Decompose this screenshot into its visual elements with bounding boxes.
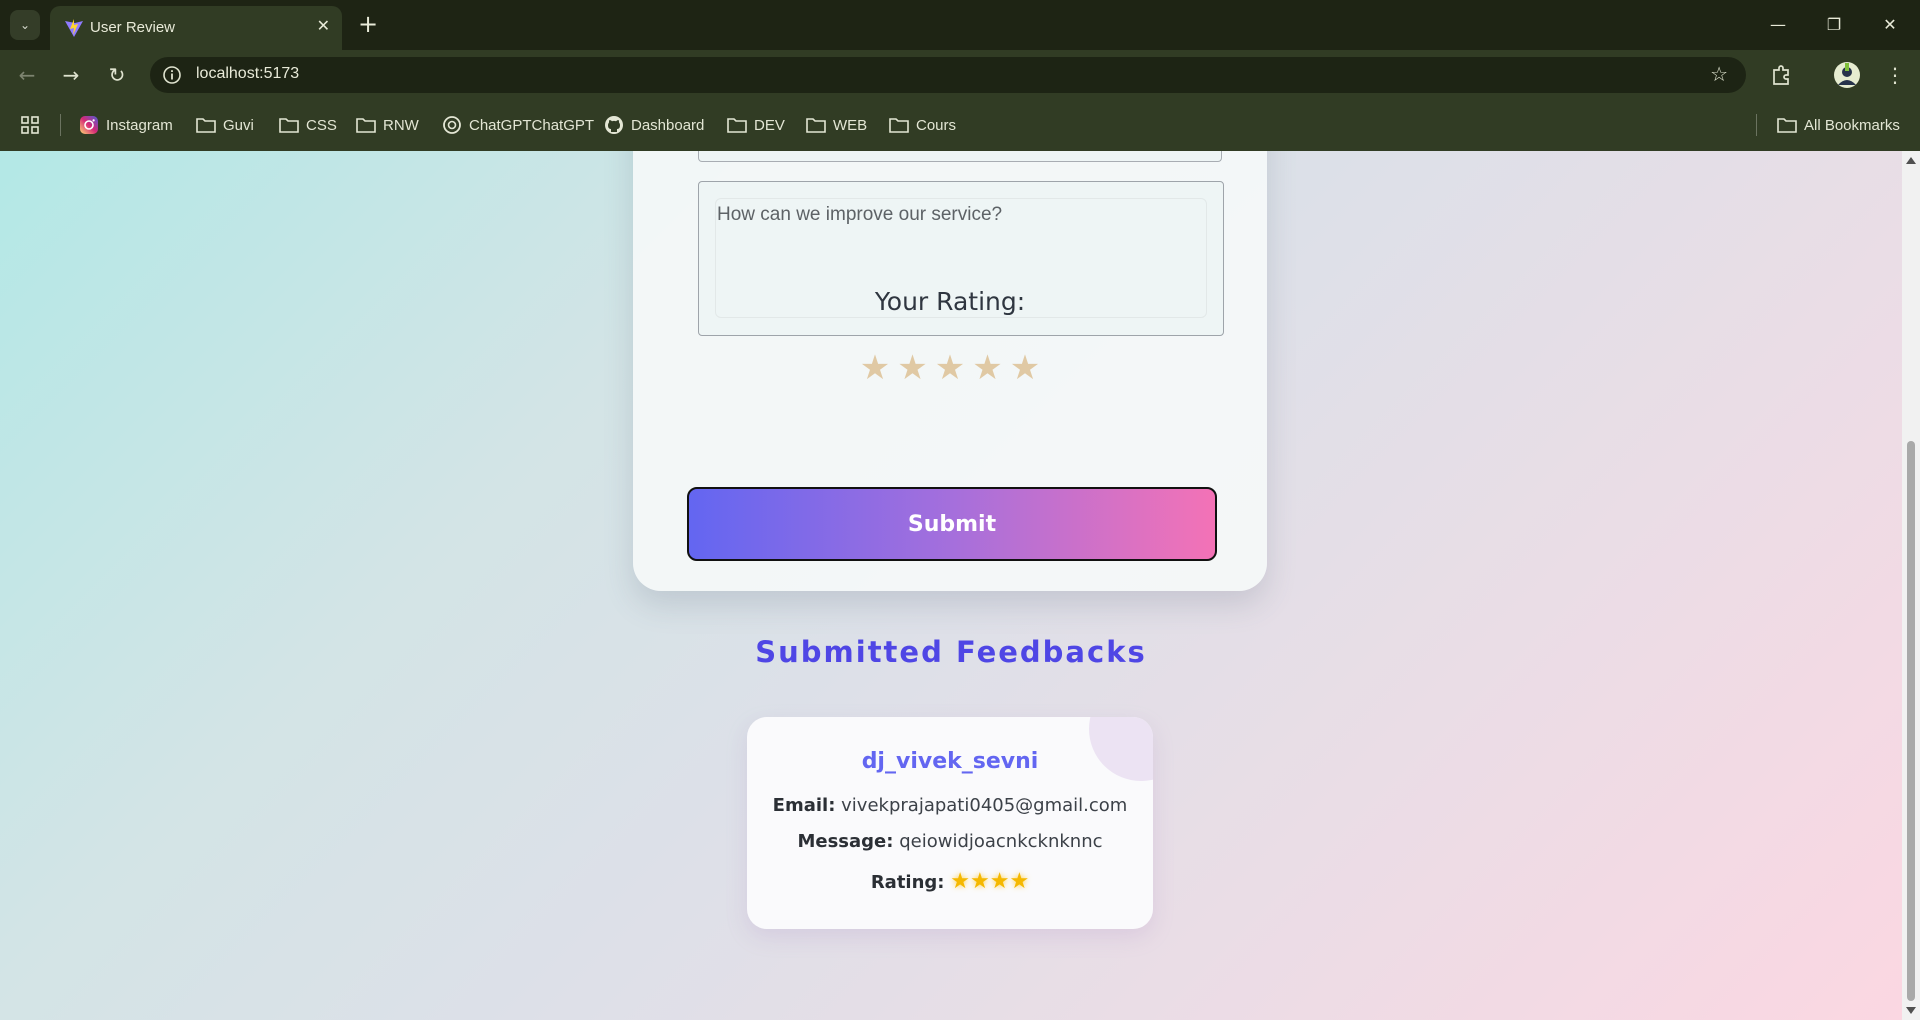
site-info-icon[interactable] — [162, 65, 182, 85]
message-label: Message: — [797, 831, 894, 852]
email-value: vivekprajapati0405@gmail.com — [841, 795, 1128, 816]
bookmark-label: ChatGPTChatGPT — [469, 116, 595, 134]
feedback-rating-row: Rating: ★★★★ — [747, 869, 1153, 894]
forward-button[interactable]: → — [56, 60, 86, 90]
github-icon — [605, 116, 623, 134]
message-placeholder: How can we improve our service? — [717, 204, 1003, 225]
bookmark-folder-rnw[interactable]: RNW — [356, 113, 419, 137]
reload-button[interactable]: ↻ — [102, 60, 132, 90]
bookmark-instagram[interactable]: Instagram — [79, 113, 173, 137]
bookmark-label: WEB — [833, 116, 868, 134]
folder-icon — [356, 118, 376, 133]
extensions-icon[interactable] — [1766, 60, 1796, 90]
rating-label: Rating: — [870, 872, 945, 893]
bookmark-label: CSS — [306, 116, 337, 134]
close-window-button[interactable]: ✕ — [1870, 8, 1910, 40]
feedback-message-row: Message: qeiowidjoacnkcknknnc — [747, 831, 1153, 852]
page-viewport: How can we improve our service? Your Rat… — [0, 151, 1902, 1020]
bookmark-star-icon[interactable]: ☆ — [1710, 62, 1728, 86]
bookmark-chatgpt[interactable]: ChatGPTChatGPT — [442, 113, 594, 137]
restore-button[interactable]: ❐ — [1814, 8, 1854, 40]
bookmark-label: DEV — [754, 116, 785, 134]
apps-grid-icon[interactable] — [20, 113, 40, 137]
feedback-email-row: Email: vivekprajapati0405@gmail.com — [747, 795, 1153, 816]
url-text: localhost:5173 — [196, 65, 300, 82]
all-bookmarks-button[interactable]: All Bookmarks — [1777, 113, 1900, 137]
browser-tab-active[interactable]: User Review ✕ — [50, 6, 342, 50]
folder-icon — [727, 118, 747, 133]
filled-star-icon: ★ — [1009, 869, 1030, 894]
instagram-icon — [80, 116, 98, 134]
new-tab-button[interactable]: + — [352, 8, 384, 40]
rating-star-icon[interactable]: ★ — [1010, 351, 1040, 385]
bookmarks-separator — [60, 114, 61, 136]
menu-kebab-icon[interactable]: ⋮ — [1880, 60, 1910, 90]
feedbacks-heading: Submitted Feedbacks — [755, 635, 1147, 669]
folder-icon — [889, 118, 909, 133]
close-tab-icon[interactable]: ✕ — [317, 16, 330, 35]
bookmark-folder-cours[interactable]: Cours — [889, 113, 956, 137]
profile-avatar[interactable] — [1832, 60, 1862, 90]
rating-star-icon[interactable]: ★ — [897, 351, 927, 385]
feedback-rating-stars: ★★★★ — [950, 869, 1030, 894]
folder-icon — [196, 118, 216, 133]
chevron-down-icon: ⌄ — [19, 18, 31, 32]
bookmark-label: Instagram — [106, 116, 173, 134]
scrollbar-thumb[interactable] — [1907, 441, 1915, 1001]
bookmark-label: Dashboard — [631, 116, 705, 134]
filled-star-icon: ★ — [989, 869, 1010, 894]
rating-star-icon[interactable]: ★ — [972, 351, 1002, 385]
all-bookmarks-label: All Bookmarks — [1804, 116, 1900, 134]
bookmark-folder-guvi[interactable]: Guvi — [196, 113, 254, 137]
tab-search-button[interactable]: ⌄ — [10, 10, 40, 40]
filled-star-icon: ★ — [950, 869, 970, 894]
rating-stars: ★ ★ ★ ★ ★ — [633, 351, 1267, 385]
vite-logo-icon — [65, 19, 83, 37]
openai-icon — [443, 116, 461, 134]
submit-button[interactable]: Submit — [687, 487, 1217, 561]
bookmark-label: RNW — [383, 116, 419, 134]
rating-label: Your Rating: — [874, 287, 1026, 316]
bookmark-folder-web[interactable]: WEB — [806, 113, 867, 137]
browser-tab-bar: ⌄ User Review ✕ + — ❐ ✕ — [0, 0, 1920, 50]
bookmark-dashboard[interactable]: Dashboard — [604, 113, 704, 137]
feedback-username: dj_vivek_sevni — [861, 749, 1039, 774]
bookmark-folder-css[interactable]: CSS — [279, 113, 337, 137]
rating-star-icon[interactable]: ★ — [935, 351, 965, 385]
scroll-down-arrow-icon[interactable] — [1906, 1007, 1916, 1014]
bookmark-label: Cours — [916, 116, 957, 134]
page-scrollbar[interactable] — [1902, 151, 1920, 1020]
filled-star-icon: ★ — [969, 869, 990, 894]
bookmarks-separator — [1756, 114, 1757, 136]
minimize-button[interactable]: — — [1758, 8, 1798, 40]
feedback-card: dj_vivek_sevni Email: vivekprajapati0405… — [747, 717, 1153, 929]
email-label: Email: — [772, 795, 836, 816]
browser-toolbar: ← → ↻ localhost:5173 ☆ ⋮ — [0, 50, 1920, 100]
bookmarks-bar: Instagram Guvi CSS RNW ChatGPTChatGPT Da… — [0, 100, 1920, 152]
message-value: qeiowidjoacnkcknknnc — [899, 831, 1103, 852]
email-field[interactable] — [698, 151, 1222, 162]
folder-icon — [279, 118, 299, 133]
back-button[interactable]: ← — [12, 60, 42, 90]
address-bar[interactable]: localhost:5173 ☆ — [150, 57, 1746, 93]
scroll-up-arrow-icon[interactable] — [1906, 157, 1916, 164]
rating-star-icon[interactable]: ★ — [860, 351, 890, 385]
folder-icon — [1777, 118, 1797, 133]
tab-title: User Review — [90, 19, 176, 36]
bookmark-folder-dev[interactable]: DEV — [727, 113, 785, 137]
feedback-form-card: How can we improve our service? Your Rat… — [633, 151, 1267, 591]
bookmark-label: Guvi — [223, 116, 254, 134]
folder-icon — [806, 118, 826, 133]
